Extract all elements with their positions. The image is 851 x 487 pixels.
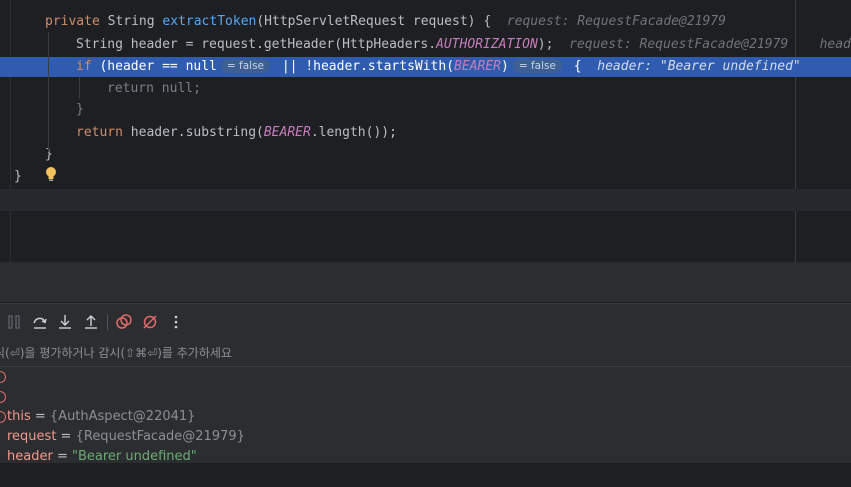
method-params: (HttpServletRequest request) { [256, 14, 492, 29]
inline-debug-hint: request: RequestFacade@21979 [506, 14, 726, 29]
variable-local-icon [0, 411, 6, 423]
mute-breakpoints-icon[interactable] [141, 313, 159, 331]
closing-brace: } [14, 169, 22, 184]
code-line-8[interactable]: } [0, 167, 851, 187]
keyword-private: private [45, 14, 100, 29]
code-text: { [565, 59, 582, 74]
code-text: ) [501, 59, 509, 74]
code-line-2[interactable]: String header = request.getHeader(HttpHe… [0, 35, 851, 55]
closing-brace: } [76, 102, 84, 117]
inline-debug-hint-truncated: head [819, 37, 851, 52]
more-options-icon[interactable] [167, 313, 185, 331]
keyword-return: return [76, 125, 123, 140]
variables-panel: this = {AuthAspect@22041} request = {Req… [0, 367, 851, 464]
method-name: extractToken [162, 14, 257, 29]
caret-line[interactable] [0, 189, 851, 211]
inline-debug-hint: header: "Bearer undefined" [597, 59, 801, 74]
evaluate-placeholder: 식(⏎)을 평가하거나 감시(⇧⌘⏎)를 추가하세요 [0, 346, 232, 360]
lightbulb-icon[interactable] [44, 166, 58, 182]
panel-divider-area [0, 262, 851, 303]
code-line-4[interactable]: return null; [0, 79, 851, 99]
code-text: String header = request.getHeader(HttpHe… [76, 37, 437, 52]
inline-debug-hint: request: RequestFacade@21979 [569, 37, 789, 52]
code-text: null; [153, 81, 201, 96]
code-line-1[interactable]: private String extractToken(HttpServletR… [0, 12, 851, 32]
variable-row[interactable]: request = {RequestFacade@21979} [0, 387, 851, 444]
variable-param-icon [0, 391, 6, 403]
code-text: || !header.startsWith( [274, 59, 455, 74]
debugger-toolbar [0, 303, 851, 341]
step-out-icon[interactable] [82, 313, 100, 331]
variable-name: header [7, 449, 53, 464]
step-into-icon[interactable] [56, 313, 74, 331]
code-text: header.substring( [122, 125, 264, 140]
variable-field-icon [0, 371, 6, 383]
constant-bearer: BEARER [454, 59, 501, 74]
code-line-3-current-execution[interactable]: if (header == null = false || !header.sta… [0, 57, 851, 77]
code-line-6[interactable]: return header.substring(BEARER.length())… [0, 123, 851, 143]
code-line-5[interactable]: } [0, 100, 851, 120]
code-editor[interactable]: private String extractToken(HttpServletR… [0, 0, 851, 262]
indent-guide [48, 32, 49, 152]
variable-value: "Bearer undefined" [71, 449, 197, 464]
toolbar-separator [107, 314, 108, 330]
inline-value-chip[interactable]: = false [220, 59, 271, 73]
inline-value-chip[interactable]: = false [512, 59, 562, 73]
constant-bearer: BEARER [263, 125, 311, 140]
indent-guide [79, 77, 80, 99]
variable-value: {RequestFacade@21979} [75, 429, 245, 444]
code-text: ); [537, 37, 554, 52]
step-over-icon[interactable] [31, 313, 49, 331]
variable-row[interactable]: header = "Bearer undefined" [0, 407, 851, 464]
code-text: .length()); [310, 125, 397, 140]
pause-icon[interactable] [5, 313, 23, 331]
code-line-7[interactable]: } [0, 145, 851, 165]
variable-row[interactable]: this = {AuthAspect@22041} [0, 367, 851, 424]
type-string: String [99, 14, 163, 29]
view-breakpoints-icon[interactable] [115, 313, 133, 331]
keyword-return: return [107, 81, 154, 96]
evaluate-expression-input[interactable]: 식(⏎)을 평가하거나 감시(⇧⌘⏎)를 추가하세요 [0, 340, 851, 367]
keyword-if: if [76, 59, 92, 74]
code-text: (header == null [91, 59, 217, 74]
constant-authorization: AUTHORIZATION [436, 37, 538, 52]
